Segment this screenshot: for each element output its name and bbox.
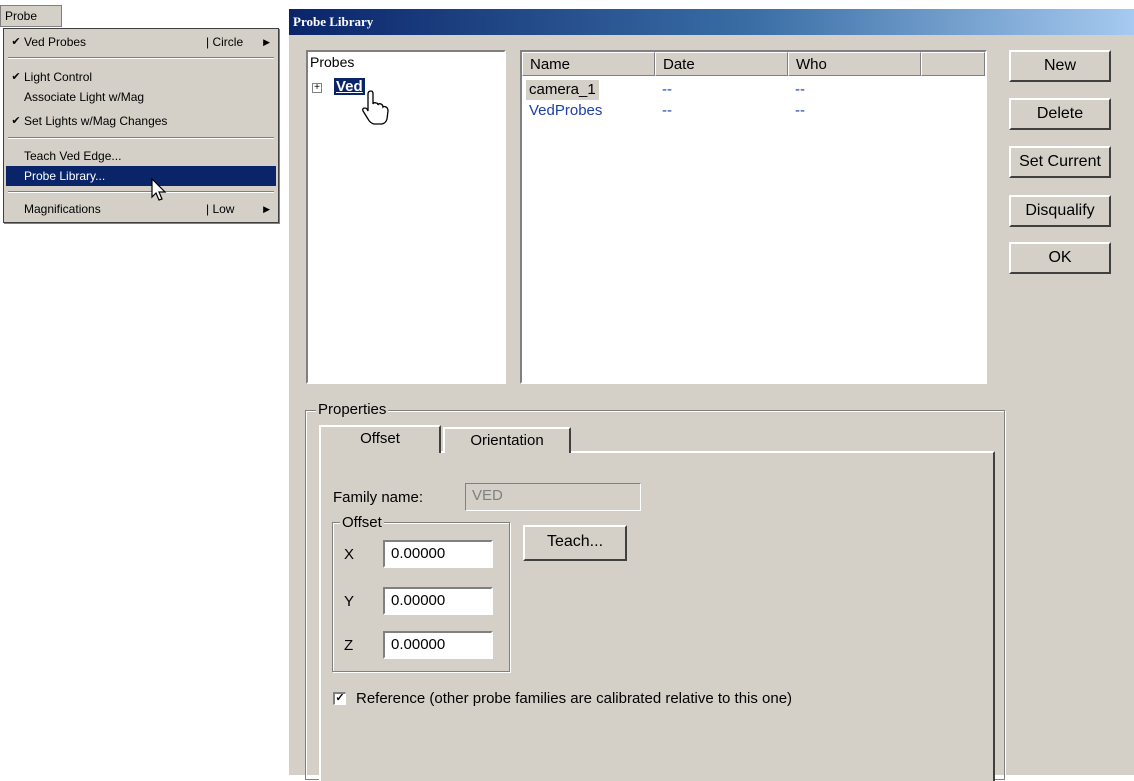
column-header-who[interactable]: Who xyxy=(788,52,921,76)
list-row[interactable]: camera_1 -- -- xyxy=(522,80,982,100)
y-label: Y xyxy=(344,593,355,610)
menu-item-light-control[interactable]: ✔ Light Control xyxy=(6,67,276,87)
properties-group-label: Properties xyxy=(316,401,389,418)
submenu-arrow-icon: ▶ xyxy=(263,204,270,214)
z-offset-input[interactable]: 0.00000 xyxy=(383,631,493,659)
hand-cursor-icon xyxy=(362,90,389,125)
x-label: X xyxy=(344,546,355,563)
z-label: Z xyxy=(344,637,354,654)
check-icon: ✔ xyxy=(11,115,21,127)
menu-probe[interactable]: Probe xyxy=(0,5,62,27)
probe-list[interactable]: Name Date Who camera_1 -- -- VedProbes -… xyxy=(520,50,987,384)
tree-expand-icon[interactable]: + xyxy=(312,83,322,93)
menu-item-magnifications[interactable]: Magnifications | Low ▶ xyxy=(6,199,276,219)
menu-item-teach-ved-edge[interactable]: Teach Ved Edge... xyxy=(6,146,276,166)
menu-item-set-lights[interactable]: ✔ Set Lights w/Mag Changes xyxy=(6,111,276,131)
family-name-field: VED xyxy=(465,483,641,511)
disqualify-button[interactable]: Disqualify xyxy=(1009,195,1111,227)
check-icon: ✔ xyxy=(11,36,21,48)
list-row[interactable]: VedProbes -- -- xyxy=(522,101,982,121)
arrow-cursor-icon xyxy=(151,178,167,201)
probe-dropdown-menu: ✔ Ved Probes | Circle ▶ ✔ Light Control … xyxy=(3,28,279,223)
y-offset-input[interactable]: 0.00000 xyxy=(383,587,493,615)
probe-tree[interactable] xyxy=(306,50,506,384)
menu-separator xyxy=(8,137,274,139)
tab-offset[interactable]: Offset xyxy=(319,425,441,453)
menu-item-associate-light[interactable]: Associate Light w/Mag xyxy=(6,87,276,107)
new-button[interactable]: New xyxy=(1009,50,1111,82)
tree-root-label: Probes xyxy=(310,54,355,70)
reference-checkbox[interactable]: ✓ xyxy=(333,692,346,705)
menu-item-probe-library[interactable]: Probe Library... xyxy=(6,166,276,186)
x-offset-input[interactable]: 0.00000 xyxy=(383,540,493,568)
reference-checkbox-label: Reference (other probe families are cali… xyxy=(356,690,793,707)
column-header-empty xyxy=(921,52,985,76)
column-header-date[interactable]: Date xyxy=(655,52,788,76)
delete-button[interactable]: Delete xyxy=(1009,98,1111,130)
menu-separator xyxy=(8,57,274,59)
family-name-label: Family name: xyxy=(333,489,424,506)
submenu-arrow-icon: ▶ xyxy=(263,37,270,47)
ok-button[interactable]: OK xyxy=(1009,242,1111,274)
teach-button[interactable]: Teach... xyxy=(523,525,627,561)
column-header-name[interactable]: Name xyxy=(522,52,655,76)
dialog-title-bar: Probe Library xyxy=(289,9,1134,35)
menu-item-ved-probes[interactable]: ✔ Ved Probes | Circle ▶ xyxy=(6,32,276,52)
tab-orientation[interactable]: Orientation xyxy=(443,427,571,453)
menu-separator xyxy=(8,191,274,193)
offset-group-label: Offset xyxy=(340,514,384,531)
set-current-button[interactable]: Set Current xyxy=(1009,146,1111,178)
check-icon: ✔ xyxy=(11,71,21,83)
